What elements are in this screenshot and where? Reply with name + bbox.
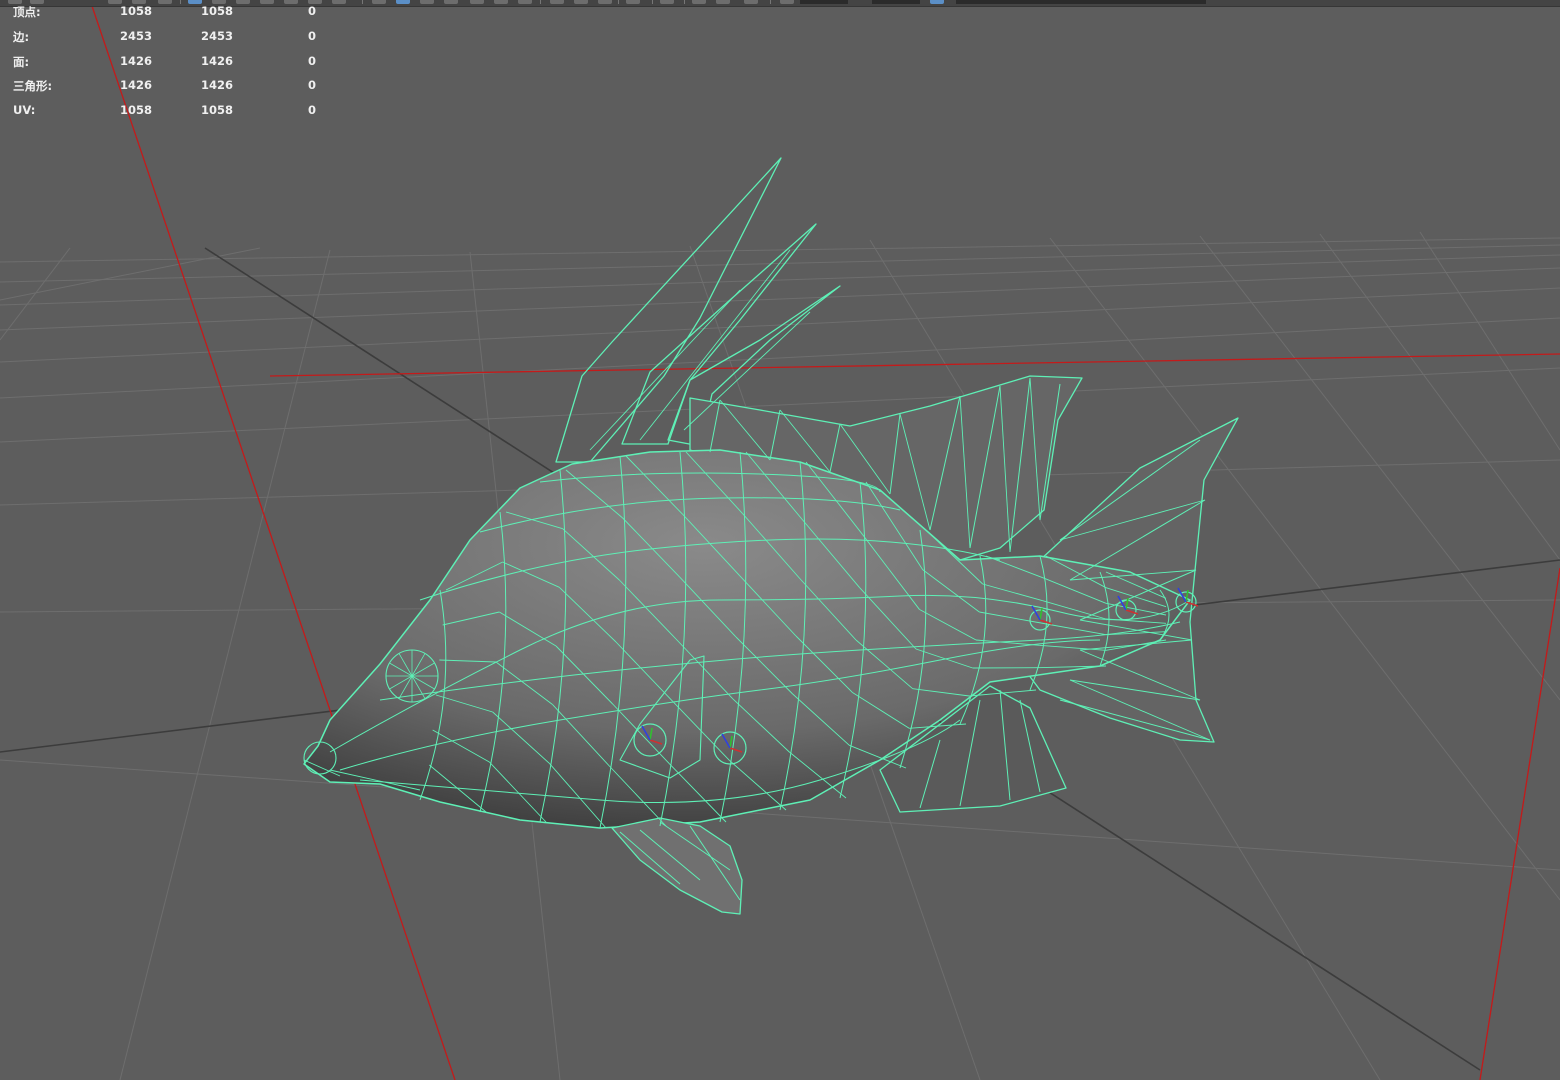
frame-icon[interactable] [518, 0, 532, 4]
toolbar-field[interactable] [872, 0, 920, 4]
hud-label: 面: [13, 54, 30, 69]
grid-icon[interactable] [716, 0, 730, 4]
world-axis-line [91, 5, 456, 1080]
wireframe-icon[interactable] [444, 0, 458, 4]
paint-icon[interactable] [660, 0, 674, 4]
textured-icon[interactable] [494, 0, 508, 4]
hud-value: 1058 [120, 4, 153, 18]
hud-label: 边: [13, 29, 30, 44]
grid-line [0, 247, 261, 301]
toolbar-separator [684, 0, 685, 4]
hud-value: 0 [308, 28, 317, 43]
help-icon[interactable] [574, 0, 588, 4]
toolbar-separator [180, 0, 181, 4]
toolbar-separator [362, 0, 363, 4]
snap-icon[interactable] [930, 0, 944, 4]
grid-icon[interactable] [158, 0, 172, 4]
hud-value: 0 [308, 4, 317, 18]
toolbar-separator [618, 0, 619, 4]
status-toolbar[interactable] [0, 0, 1560, 7]
hud-value: 2453 [201, 28, 234, 43]
shaded-icon[interactable] [470, 0, 484, 4]
move-icon[interactable] [692, 0, 706, 4]
grid-icon[interactable] [780, 0, 794, 4]
hud-value: 0 [308, 53, 317, 68]
toolbar-field[interactable] [956, 0, 1206, 4]
grid-line [1419, 231, 1560, 451]
hud-value: 1426 [201, 78, 234, 93]
perspective-viewport[interactable]: 顶点: 1058 1058 0 边: 2453 2453 0 面: 1426 1426 0 三角形: 14… [0, 0, 1560, 1080]
grid-line [119, 249, 331, 1080]
snap-icon[interactable] [236, 0, 250, 4]
grid-line [1199, 235, 1560, 701]
hud-value: 0 [308, 103, 317, 118]
bookmark-icon[interactable] [550, 0, 564, 4]
hud-value: 0 [308, 78, 317, 93]
hud-label: 三角形: [13, 79, 53, 94]
xray-icon[interactable] [420, 0, 434, 4]
hud-value: 1426 [120, 53, 153, 68]
grid-line [0, 244, 1560, 283]
grid-line [1319, 233, 1560, 561]
pectoral-fin [611, 817, 743, 915]
hud-value: 1426 [201, 53, 234, 68]
snap-icon[interactable] [284, 0, 298, 4]
grid-icon[interactable] [744, 0, 758, 4]
world-axis-line [269, 353, 1560, 377]
render-icon[interactable] [372, 0, 386, 4]
viewport-canvas[interactable] [0, 0, 1560, 1080]
hud-value: 1058 [201, 103, 234, 118]
toolbar-separator [770, 0, 771, 4]
light-icon[interactable] [332, 0, 346, 4]
grid-icon[interactable] [188, 0, 202, 4]
hud-value: 1426 [120, 78, 153, 93]
hud-label: UV: [13, 103, 36, 118]
toolbar-field[interactable] [800, 0, 848, 4]
toolbar-separator [652, 0, 653, 4]
hud-value: 1058 [120, 103, 153, 118]
hud-label: 顶点: [13, 5, 41, 19]
isolate-icon[interactable] [396, 0, 410, 4]
world-axis-line [1479, 567, 1560, 1080]
toolbar-separator [540, 0, 541, 4]
snap-icon[interactable] [260, 0, 274, 4]
lasso-icon[interactable] [626, 0, 640, 4]
hud-value: 1058 [201, 4, 234, 18]
hud-value: 2453 [120, 28, 153, 43]
select-icon[interactable] [598, 0, 612, 4]
